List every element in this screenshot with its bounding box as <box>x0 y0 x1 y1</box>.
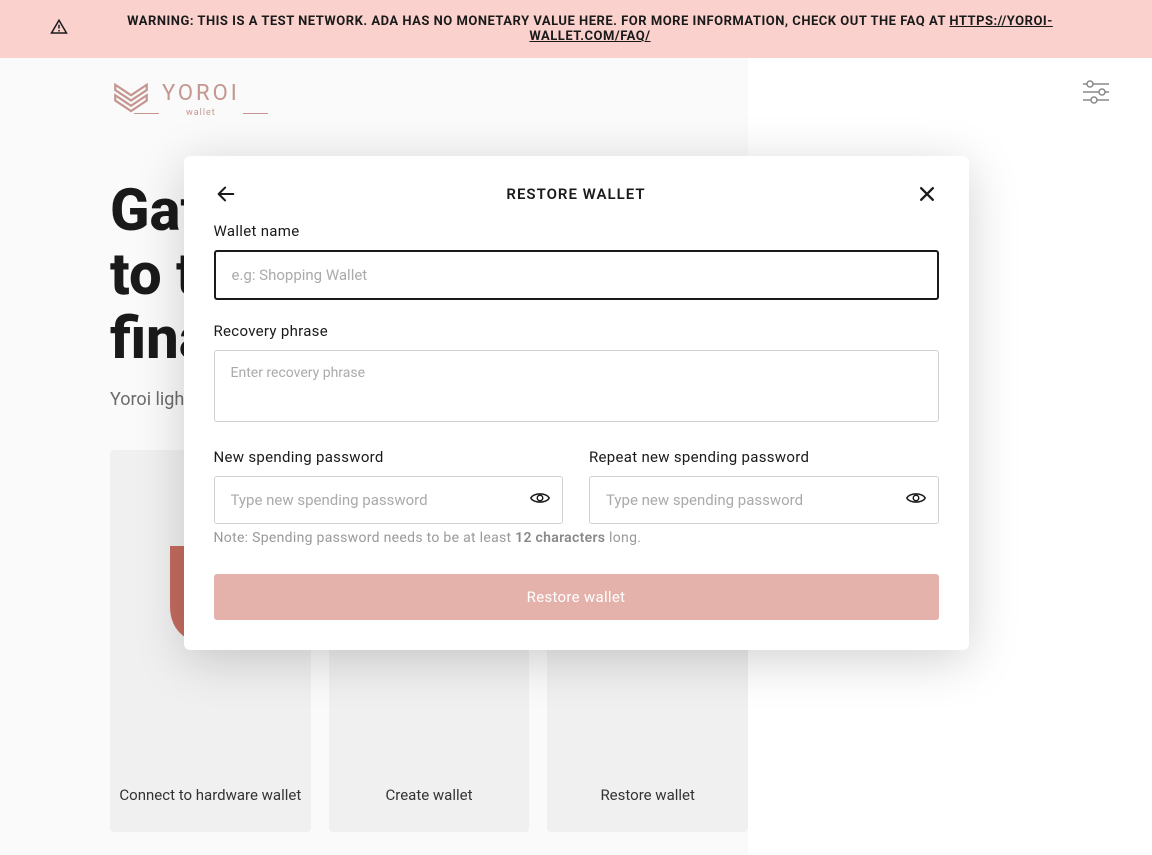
repeat-password-label: Repeat new spending password <box>589 448 939 466</box>
back-button[interactable] <box>214 182 238 206</box>
repeat-password-input[interactable] <box>589 476 939 524</box>
new-password-label: New spending password <box>214 448 564 466</box>
close-button[interactable] <box>915 182 939 206</box>
wallet-name-label: Wallet name <box>214 222 939 240</box>
note-suffix: long. <box>605 530 641 546</box>
toggle-password-visibility-icon[interactable] <box>529 487 551 513</box>
restore-wallet-button[interactable]: Restore wallet <box>214 574 939 620</box>
recovery-phrase-input[interactable] <box>214 350 939 422</box>
new-password-input[interactable] <box>214 476 564 524</box>
modal-header: RESTORE WALLET <box>214 182 939 206</box>
wallet-name-group: Wallet name <box>214 222 939 300</box>
note-bold: 12 characters <box>515 530 605 546</box>
new-password-group: New spending password <box>214 448 564 524</box>
note-prefix: Note: Spending password needs to be at l… <box>214 530 516 546</box>
wallet-name-input[interactable] <box>214 250 939 300</box>
recovery-phrase-group: Recovery phrase <box>214 322 939 426</box>
modal-title: RESTORE WALLET <box>238 185 915 203</box>
modal-overlay: RESTORE WALLET Wallet name Recovery phra… <box>0 0 1152 847</box>
toggle-password-visibility-icon[interactable] <box>905 487 927 513</box>
recovery-phrase-label: Recovery phrase <box>214 322 939 340</box>
password-row: New spending password Repeat new spendin… <box>214 448 939 524</box>
repeat-password-group: Repeat new spending password <box>589 448 939 524</box>
restore-wallet-modal: RESTORE WALLET Wallet name Recovery phra… <box>184 156 969 650</box>
password-note: Note: Spending password needs to be at l… <box>214 530 939 546</box>
